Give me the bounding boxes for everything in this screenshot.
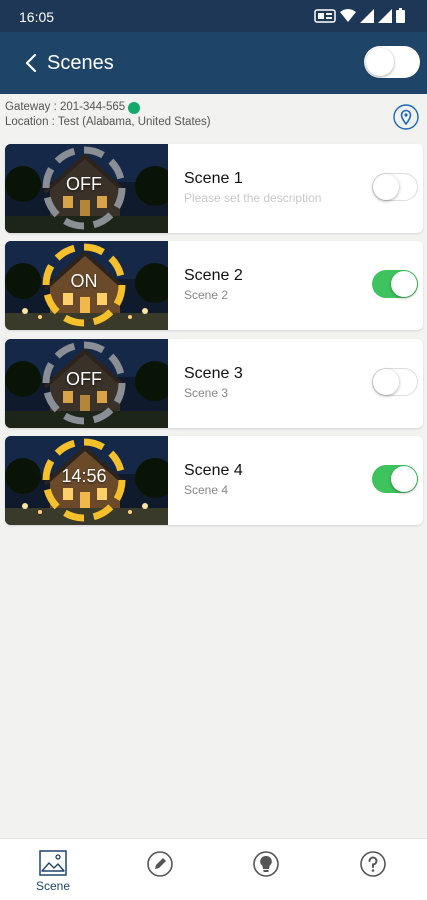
scene-toggle[interactable] bbox=[372, 270, 418, 298]
signal-icon bbox=[360, 8, 374, 23]
toggle-knob bbox=[373, 369, 399, 395]
map-pin-icon bbox=[393, 104, 419, 130]
scene-card[interactable]: ON Scene 2 Scene 2 bbox=[5, 241, 423, 330]
scene-thumbnail: ON bbox=[5, 241, 168, 330]
tab-help[interactable] bbox=[320, 839, 426, 900]
tab-edit[interactable] bbox=[107, 839, 213, 900]
scene-thumbnail: OFF bbox=[5, 144, 168, 233]
battery-icon bbox=[396, 8, 405, 23]
bulb-icon bbox=[253, 851, 279, 877]
scene-card[interactable]: OFF Scene 1 Please set the description bbox=[5, 144, 423, 233]
gateway-status-dot bbox=[128, 101, 141, 114]
wifi-icon bbox=[340, 8, 356, 23]
nfc-icon bbox=[314, 8, 336, 23]
toggle-knob bbox=[391, 466, 417, 492]
scene-name: Scene 1 bbox=[184, 170, 243, 187]
toggle-knob bbox=[391, 271, 417, 297]
scene-name: Scene 3 bbox=[184, 365, 243, 382]
chevron-left-icon bbox=[25, 53, 37, 73]
scene-description: Scene 2 bbox=[184, 288, 229, 302]
scene-toggle[interactable] bbox=[372, 173, 418, 201]
pencil-icon bbox=[147, 851, 173, 877]
status-icons bbox=[314, 8, 405, 23]
gateway-label: Gateway : 201-344-565 bbox=[5, 101, 126, 113]
scene-status-label: ON bbox=[70, 271, 98, 291]
tab-scene[interactable]: Scene bbox=[0, 839, 106, 900]
page-title: Scenes bbox=[47, 52, 114, 74]
gateway-info: Gateway : 201-344-565 Location : Test (A… bbox=[5, 100, 211, 130]
scene-description: Scene 3 bbox=[184, 386, 229, 400]
tab-lights[interactable] bbox=[213, 839, 319, 900]
scene-toggle[interactable] bbox=[372, 368, 418, 396]
app-header: Scenes bbox=[0, 32, 427, 94]
master-toggle[interactable] bbox=[364, 46, 420, 78]
back-button[interactable] bbox=[22, 51, 42, 75]
tab-scene-label: Scene bbox=[35, 879, 71, 893]
scene-thumbnail: 14:56 bbox=[5, 436, 168, 525]
scene-name: Scene 4 bbox=[184, 462, 243, 479]
scene-name: Scene 2 bbox=[184, 267, 243, 284]
scene-thumbnail: OFF bbox=[5, 339, 168, 428]
toggle-knob bbox=[373, 174, 399, 200]
scene-card[interactable]: OFF Scene 3 Scene 3 bbox=[5, 339, 423, 428]
location-label: Location : Test (Alabama, United States) bbox=[5, 116, 211, 128]
scene-toggle[interactable] bbox=[372, 465, 418, 493]
scene-description: Please set the description bbox=[184, 191, 322, 205]
image-icon bbox=[39, 850, 67, 876]
scene-status-label: 14:56 bbox=[61, 466, 107, 486]
location-button[interactable] bbox=[393, 104, 419, 130]
bottom-tab-bar: Scene bbox=[0, 838, 427, 900]
toggle-knob bbox=[366, 48, 394, 76]
scene-card[interactable]: 14:56 Scene 4 Scene 4 bbox=[5, 436, 423, 525]
help-icon bbox=[360, 851, 386, 877]
status-time: 16:05 bbox=[19, 9, 55, 25]
signal-icon bbox=[378, 8, 392, 23]
scene-status-label: OFF bbox=[66, 174, 102, 194]
scene-status-label: OFF bbox=[66, 369, 102, 389]
scene-description: Scene 4 bbox=[184, 483, 229, 497]
status-bar: 16:05 bbox=[0, 0, 427, 32]
